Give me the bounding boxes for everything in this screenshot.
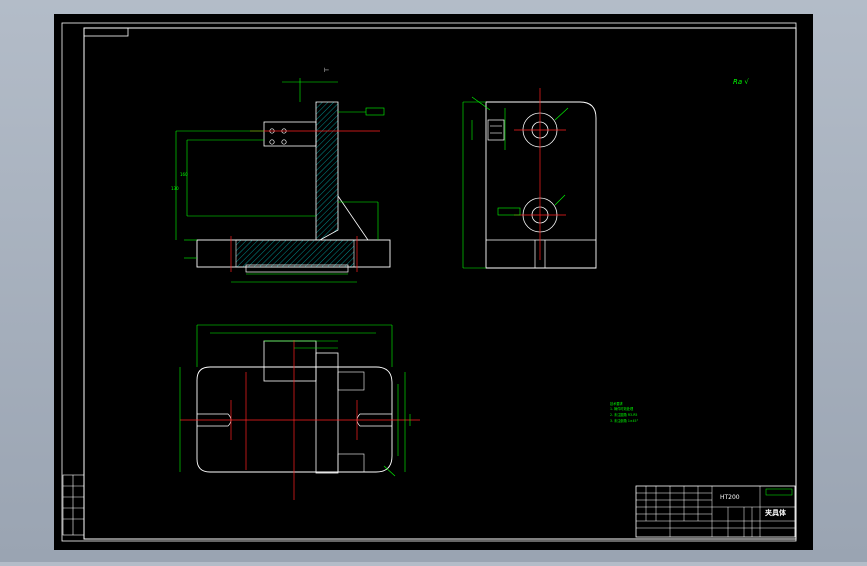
drawing-canvas: 130 160 ⊢ Ra √ 技术要求 1. 铸件时效处理 2. 未注圆角 R3… — [54, 14, 813, 550]
material-label: HT200 — [720, 494, 740, 501]
dim-label-130: 130 — [171, 186, 179, 191]
dim-label-160: 160 — [180, 172, 188, 177]
notes-heading: 技术要求 — [610, 401, 624, 406]
notes-line-2: 2. 未注圆角 R3-R5 — [610, 412, 637, 417]
hatched-wall — [315, 101, 339, 241]
notes-line-3: 3. 未注倒角 1×45° — [610, 418, 639, 423]
cad-viewport: 130 160 ⊢ Ra √ 技术要求 1. 铸件时效处理 2. 未注圆角 R3… — [0, 0, 867, 562]
notes-line-1: 1. 铸件时效处理 — [610, 406, 634, 411]
view-marker: ⊢ — [324, 67, 329, 74]
drawing-background — [54, 14, 813, 550]
base-hatch — [235, 239, 355, 268]
roughness-mark: Ra √ — [733, 78, 749, 86]
part-name: 夹具体 — [765, 508, 787, 517]
